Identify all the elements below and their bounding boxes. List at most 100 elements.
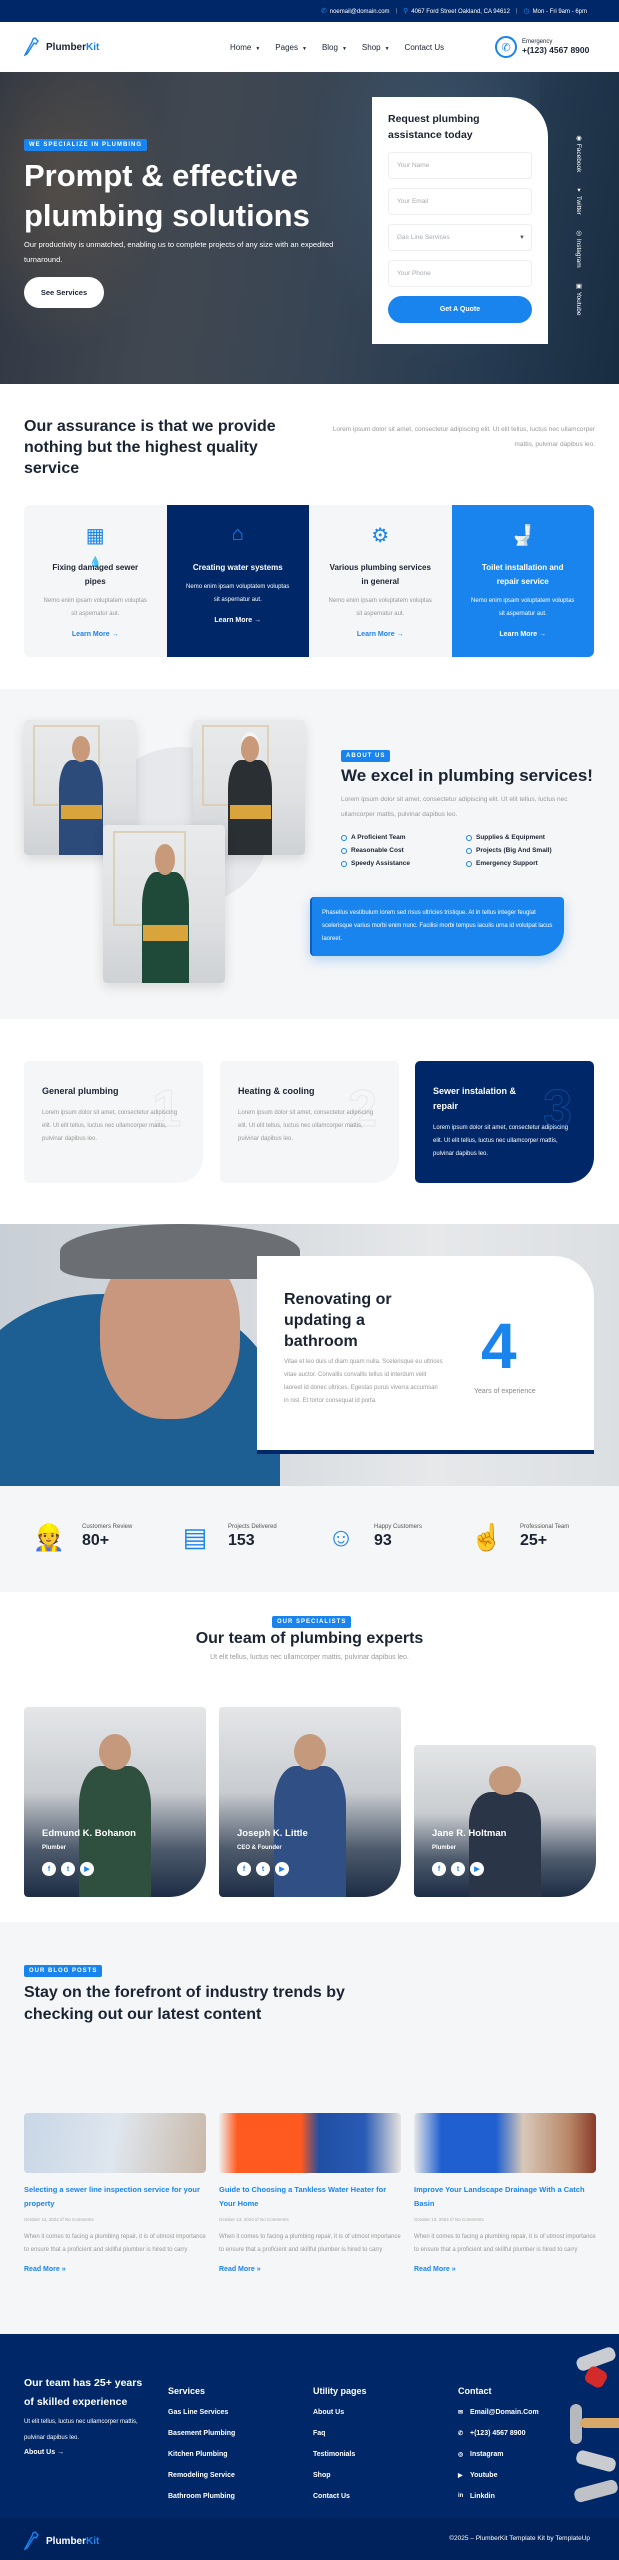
footer-contact-phone[interactable]: ✆ +(123) 4567 8900	[458, 2428, 539, 2438]
stat-value: 153	[228, 1532, 255, 1549]
footer-link[interactable]: Gas Line Services	[168, 2407, 235, 2417]
facebook-icon[interactable]: f	[432, 1862, 446, 1876]
blog-post-image[interactable]	[24, 2113, 206, 2173]
step-number: 3	[543, 1080, 573, 1139]
footer-contact-youtube[interactable]: ▶ Youtube	[458, 2470, 539, 2480]
blog-post-title[interactable]: Guide to Choosing a Tankless Water Heate…	[219, 2183, 401, 2211]
learn-more-link[interactable]: Learn More →	[452, 631, 595, 638]
service-card[interactable]: ▦ 💧 Fixing damaged sewer pipes Nemo enim …	[24, 505, 167, 657]
nav-blog[interactable]: Blog ▼	[322, 43, 347, 52]
linkedin-icon: in	[458, 2493, 464, 2499]
about-quote: Phasellus vestibulum lorem sed risus ult…	[310, 897, 564, 956]
footer-utility: Utility pages About Us Faq Testimonials …	[313, 2386, 367, 2501]
circle-icon	[466, 847, 472, 854]
nav-contact[interactable]: Contact Us	[405, 43, 445, 52]
renovation-title: Renovating or updating a bathroom	[284, 1291, 392, 1350]
footer-contact-linkedin[interactable]: in Linkdin	[458, 2491, 539, 2501]
arrow-right-icon: →	[57, 2449, 65, 2456]
service-card-text: Nemo enim ipsam voluptatem voluptas sit …	[186, 584, 290, 603]
twitter-icon[interactable]: t	[256, 1862, 270, 1876]
team-section: OUR SPECIALISTS Our team of plumbing exp…	[0, 1592, 619, 1922]
team-card[interactable]: Edmund K. Bohanon Plumber f t ▶	[24, 1707, 206, 1897]
footer-link[interactable]: Kitchen Plumbing	[168, 2449, 235, 2459]
service-select[interactable]: Gas Line Services ▼	[388, 224, 532, 251]
blog-post-title[interactable]: Selecting a sewer line inspection servic…	[24, 2183, 206, 2211]
blog-post-image[interactable]	[219, 2113, 401, 2173]
wrench-logo-icon	[24, 2531, 39, 2551]
blog-post-excerpt: When it comes to facing a plumbing repai…	[414, 2234, 596, 2253]
arrow-right-icon: →	[396, 631, 404, 638]
service-card[interactable]: ⚙ Various plumbing services in general N…	[309, 505, 452, 657]
twitter-icon[interactable]: t	[451, 1862, 465, 1876]
footer-logo[interactable]: PlumberKit	[24, 2531, 99, 2551]
service-card-text: Nemo enim ipsam voluptatem voluptas sit …	[328, 598, 432, 617]
read-more-link[interactable]: Read More »	[414, 2266, 596, 2273]
feature-item: Projects (Big And Small)	[466, 847, 591, 854]
feature-item: A Proficient Team	[341, 834, 466, 841]
hero-title: Prompt & effective plumbing solutions	[24, 158, 310, 233]
footer-link[interactable]: Basement Plumbing	[168, 2428, 235, 2438]
see-services-button[interactable]: See Services	[24, 277, 104, 308]
footer-contact-instagram[interactable]: ◎ Instagram	[458, 2449, 539, 2459]
learn-more-link[interactable]: Learn More →	[24, 631, 167, 638]
youtube-icon[interactable]: ▶	[80, 1862, 94, 1876]
twitter-icon[interactable]: t	[61, 1862, 75, 1876]
logo[interactable]: PlumberKit	[24, 37, 99, 57]
youtube-icon[interactable]: ▶	[275, 1862, 289, 1876]
social-youtube[interactable]: ▣ Youtube	[572, 282, 582, 315]
stat-value: 80+	[82, 1532, 110, 1549]
get-quote-button[interactable]: Get A Quote	[388, 296, 532, 323]
learn-more-link[interactable]: Learn More →	[309, 631, 452, 638]
arrow-right-icon: →	[111, 631, 119, 638]
chevron-down-icon: ▼	[384, 45, 390, 52]
footer-contact-email[interactable]: ✉ Email@Domain.Com	[458, 2407, 539, 2417]
blog-post-title[interactable]: Improve Your Landscape Drainage With a C…	[414, 2183, 596, 2211]
service-card[interactable]: ⌂ Creating water systems Nemo enim ipsam…	[166, 505, 310, 657]
footer-link[interactable]: About Us	[313, 2407, 367, 2417]
facebook-icon[interactable]: f	[237, 1862, 251, 1876]
youtube-icon[interactable]: ▶	[470, 1862, 484, 1876]
hero-section: WE SPECIALIZE IN PLUMBING Prompt & effec…	[0, 72, 619, 384]
service-card[interactable]: 🚽 Toilet installation and repair service…	[451, 505, 595, 657]
read-more-link[interactable]: Read More »	[24, 2266, 206, 2273]
circle-icon	[466, 834, 472, 841]
nav-pages[interactable]: Pages ▼	[275, 43, 307, 52]
footer-link[interactable]: Remodeling Service	[168, 2470, 235, 2480]
nav-home[interactable]: Home ▼	[230, 43, 260, 52]
footer-link[interactable]: Contact Us	[313, 2491, 367, 2501]
phone-input[interactable]: Your Phone	[388, 260, 532, 287]
email-input[interactable]: Your Email	[388, 188, 532, 215]
about-badge: ABOUT US	[341, 750, 391, 762]
stats-section: 👷 Customers Review 80+ ▤ Projects Deliver…	[0, 1486, 619, 1592]
nav-shop[interactable]: Shop ▼	[362, 43, 390, 52]
footer-contact: Contact ✉ Email@Domain.Com ✆ +(123) 4567 8…	[458, 2386, 539, 2501]
team-card[interactable]: Jane R. Holtman Plumber f t ▶	[414, 1745, 596, 1897]
facebook-icon[interactable]: f	[42, 1862, 56, 1876]
social-facebook[interactable]: ◉ Facebook	[572, 134, 582, 172]
footer-link[interactable]: Bathroom Plumbing	[168, 2491, 235, 2501]
quote-form: Request plumbing assistance today Your N…	[372, 97, 548, 344]
name-input[interactable]: Your Name	[388, 152, 532, 179]
renovation-text: Vitae et leo duis ut diam quam nulla. Sc…	[284, 1359, 443, 1404]
contact-email[interactable]: ✆ noemail@domain.com	[321, 7, 390, 15]
emergency-contact[interactable]: ✆ Emergency +(123) 4567 8900	[495, 36, 589, 58]
renovation-section: Renovating or updating a bathroom Vitae …	[0, 1224, 619, 1486]
read-more-link[interactable]: Read More »	[219, 2266, 401, 2273]
member-role: Plumber	[42, 1845, 67, 1851]
phone-touch-icon: ☝	[470, 1521, 504, 1552]
social-instagram[interactable]: ◎ Instagram	[572, 229, 582, 268]
team-card[interactable]: Joseph K. Little CEO & Founder f t ▶	[219, 1707, 401, 1897]
step-number: 1	[152, 1080, 182, 1139]
social-twitter[interactable]: ▾ Twitter	[572, 186, 582, 215]
plumber-icon: 👷	[32, 1521, 66, 1552]
blog-post-image[interactable]	[414, 2113, 596, 2173]
footer-link[interactable]: Shop	[313, 2470, 367, 2480]
emergency-phone[interactable]: +(123) 4567 8900	[522, 45, 589, 55]
main-nav: Home ▼ Pages ▼ Blog ▼ Shop ▼ Contact Us	[230, 43, 444, 52]
footer-about-link[interactable]: About Us →	[24, 2449, 64, 2456]
footer-column-title: Utility pages	[313, 2386, 367, 2396]
learn-more-link[interactable]: Learn More →	[167, 617, 310, 624]
footer-link[interactable]: Testimonials	[313, 2449, 367, 2459]
arrow-right-icon: →	[254, 617, 262, 624]
footer-link[interactable]: Faq	[313, 2428, 367, 2438]
